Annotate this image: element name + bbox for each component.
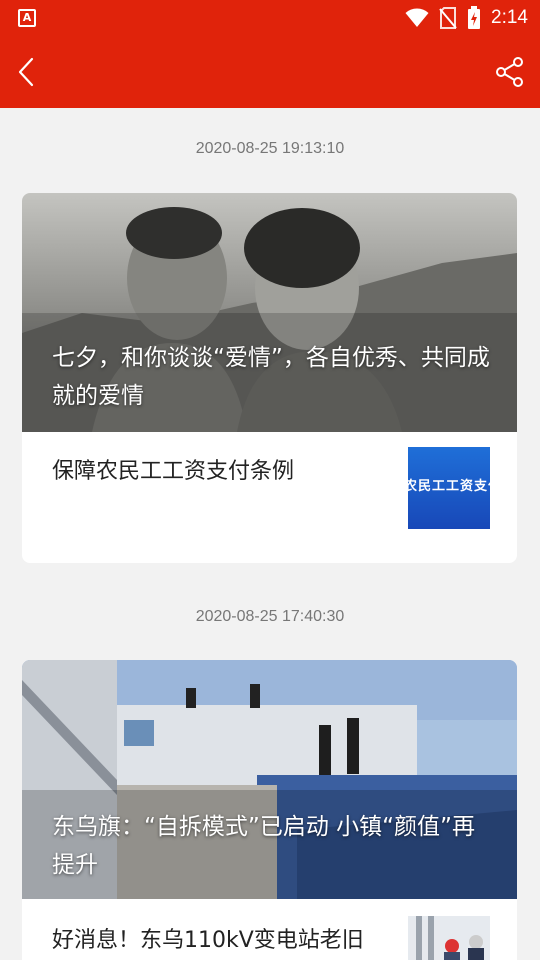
back-arrow-icon — [18, 57, 34, 87]
app-bar — [0, 36, 540, 108]
news-card[interactable]: 东乌旗：“自拆模式”已启动 小镇“颜值”再提升 好消息！东乌110kV变电站老旧 — [22, 660, 517, 960]
back-button[interactable] — [8, 52, 44, 92]
hero-title: 东乌旗：“自拆模式”已启动 小镇“颜值”再提升 — [52, 814, 475, 878]
news-card[interactable]: 七夕，和你谈谈“爱情”，各自优秀、共同成就的爱情 保障农民工工资支付条例 农民工… — [22, 193, 517, 563]
battery-charging-icon — [468, 6, 481, 29]
status-icons: 2:14 — [405, 0, 528, 36]
share-icon — [496, 57, 523, 87]
item-timestamp: 2020-08-25 17:40:30 — [195, 608, 345, 625]
hero-title: 七夕，和你谈谈“爱情”，各自优秀、共同成就的爱情 — [52, 345, 490, 409]
item-title[interactable]: 好消息！东乌110kV变电站老旧 — [52, 922, 364, 954]
app-notification-icon: A — [18, 9, 36, 27]
hero-image[interactable]: 东乌旗：“自拆模式”已启动 小镇“颜值”再提升 — [22, 660, 517, 899]
wifi-icon — [405, 8, 429, 27]
thumbnail-text: 农民工工资支付 — [408, 479, 490, 494]
no-sim-icon — [439, 7, 457, 29]
thumbnail-photo — [408, 916, 490, 960]
hero-image[interactable]: 七夕，和你谈谈“爱情”，各自优秀、共同成就的爱情 — [22, 193, 517, 432]
share-button[interactable] — [490, 52, 530, 92]
item-thumbnail[interactable]: 农民工工资支付 — [408, 447, 490, 529]
status-bar: A 2:14 — [0, 0, 540, 36]
status-time: 2:14 — [491, 7, 528, 28]
item-title[interactable]: 保障农民工工资支付条例 — [52, 453, 294, 485]
item-thumbnail[interactable] — [408, 916, 490, 960]
item-timestamp: 2020-08-25 19:13:10 — [195, 140, 345, 157]
